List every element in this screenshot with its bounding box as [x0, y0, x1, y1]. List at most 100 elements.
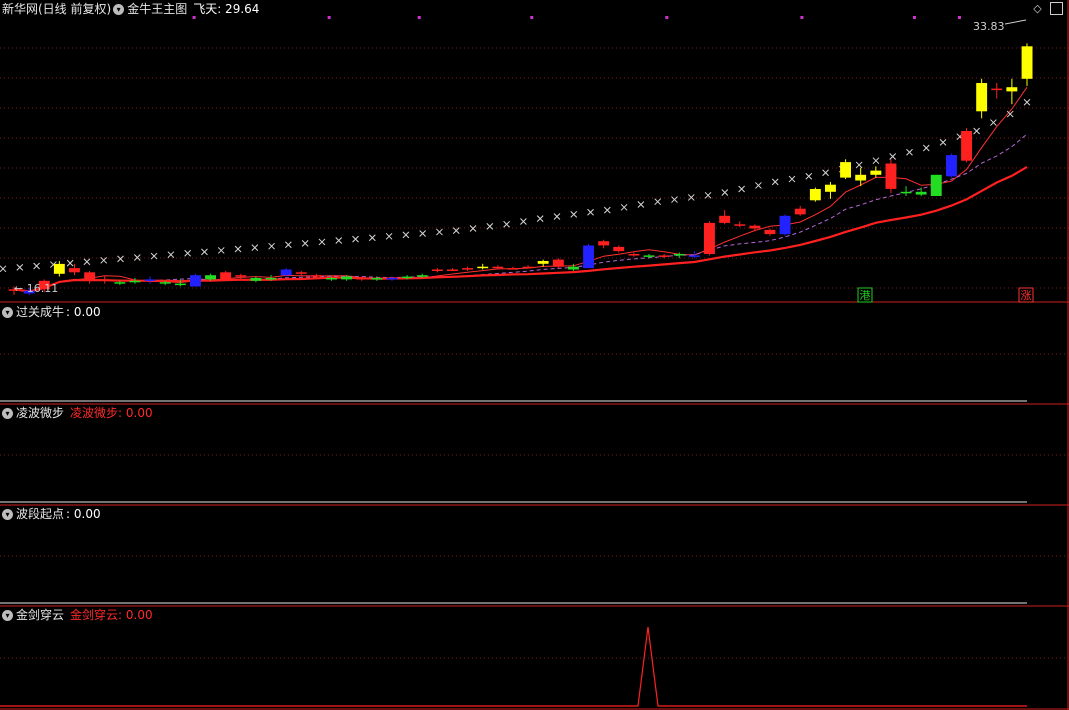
- flyday-cross: [939, 138, 947, 146]
- chevron-down-icon[interactable]: ▾: [2, 407, 13, 419]
- flyday-cross: [285, 241, 292, 249]
- magenta-mark: [665, 16, 669, 19]
- flyday-cross: [117, 255, 124, 263]
- candle-body: [734, 224, 746, 226]
- flyday-cross: [738, 185, 745, 193]
- chevron-down-icon[interactable]: ▾: [113, 3, 125, 15]
- flyday-cross: [654, 198, 662, 206]
- flyday-cross: [167, 251, 175, 259]
- candle-body: [885, 163, 897, 189]
- magenta-mark: [800, 16, 804, 19]
- window-box-icon[interactable]: [1050, 2, 1063, 15]
- flyday-cross: [805, 172, 813, 180]
- panel-secondary: 凌波微步: 0.00: [70, 406, 153, 420]
- candle-body: [280, 269, 292, 276]
- flyday-cross: [587, 208, 594, 216]
- candle-body: [326, 278, 337, 280]
- diamond-icon[interactable]: ◇: [1031, 2, 1044, 15]
- magenta-mark: [417, 16, 421, 19]
- magenta-mark: [957, 16, 961, 19]
- candle-body: [386, 278, 398, 280]
- candle-body: [870, 170, 882, 175]
- candle-body: [69, 268, 80, 273]
- candle-body: [310, 275, 322, 277]
- high-label-pointer: [1004, 19, 1027, 25]
- flyday-cross: [889, 153, 897, 160]
- low-price-label: ← 16.11: [14, 282, 58, 295]
- flyday-cross: [368, 234, 376, 242]
- candle-body: [704, 222, 715, 254]
- candle-body: [930, 174, 942, 196]
- candle-body: [719, 215, 731, 223]
- flyday-cross: [83, 258, 91, 266]
- candle-body: [809, 189, 821, 201]
- panel-header-2: ▾ 凌波微步 凌波微步: 0.00: [0, 404, 153, 422]
- candle-body: [356, 278, 368, 280]
- flyday-cross: [234, 245, 242, 253]
- flyday-cross: [520, 218, 527, 225]
- candle-body: [84, 272, 96, 281]
- candle-body: [961, 131, 972, 161]
- candle-body: [583, 245, 594, 269]
- window-title: 新华网(日线 前复权): [2, 2, 112, 16]
- chevron-down-icon[interactable]: ▾: [2, 508, 13, 520]
- flyday-cross: [452, 227, 460, 235]
- flyday-cross: [33, 262, 40, 270]
- candle-body: [568, 266, 579, 270]
- candle-body: [401, 276, 413, 279]
- candle-body: [779, 215, 791, 235]
- moving-average-line: [13, 86, 1028, 292]
- flyday-cross: [436, 228, 443, 236]
- flyday-cross: [0, 265, 7, 273]
- candle-body: [976, 83, 988, 112]
- candle-body: [900, 191, 912, 194]
- flyday-cross: [973, 127, 980, 135]
- flyday-cross: [771, 178, 779, 186]
- candle-body: [764, 229, 776, 235]
- candle-body: [129, 280, 141, 283]
- candle-body: [371, 278, 383, 280]
- magenta-mark: [912, 16, 916, 19]
- panel-value: : 0.00: [66, 507, 101, 521]
- candle-body: [114, 282, 126, 284]
- flyday-cross: [637, 201, 645, 208]
- panel-header-1: ▾ 过关成牛 : 0.00: [0, 303, 101, 321]
- candle-body: [341, 276, 353, 280]
- candle-body: [855, 174, 867, 181]
- flyday-cross: [385, 232, 393, 240]
- candle-body: [673, 254, 685, 256]
- flyday-cross: [301, 240, 309, 247]
- panel-secondary: 金剑穿云: 0.00: [70, 608, 153, 622]
- indicator-name[interactable]: 金牛王主图: [127, 0, 187, 18]
- flyday-cross: [201, 248, 208, 256]
- candle-body: [265, 278, 277, 280]
- flyday-cross: [16, 264, 24, 271]
- signal-marker-text: 涨: [1021, 289, 1032, 302]
- flyday-cross: [536, 215, 544, 222]
- flyday-cross: [704, 191, 712, 199]
- flyday-cross: [486, 223, 494, 230]
- indicator-field: 飞天: 29.64: [193, 2, 260, 16]
- flyday-cross: [66, 259, 74, 267]
- flyday-cross: [419, 230, 427, 237]
- flyday-cross: [100, 256, 108, 264]
- candle-body: [295, 272, 307, 274]
- candle-body: [190, 275, 201, 287]
- candle-body: [598, 241, 610, 246]
- candle-body: [915, 191, 927, 195]
- chevron-down-icon[interactable]: ▾: [2, 609, 13, 621]
- chevron-down-icon[interactable]: ▾: [2, 306, 13, 318]
- candle-body: [159, 282, 171, 284]
- flyday-cross: [251, 244, 259, 251]
- flyday-cross: [150, 252, 158, 260]
- flyday-cross: [184, 249, 192, 257]
- flyday-cross: [133, 254, 141, 261]
- flyday-cross: [603, 206, 611, 214]
- flyday-cross: [755, 182, 762, 189]
- flyday-cross: [855, 161, 863, 169]
- signal-marker-text: 港: [860, 289, 871, 302]
- candle-body: [462, 268, 473, 270]
- candle-body: [416, 275, 428, 277]
- panel-label: 凌波微步: [16, 406, 65, 420]
- panel-label: 波段起点: [16, 507, 65, 521]
